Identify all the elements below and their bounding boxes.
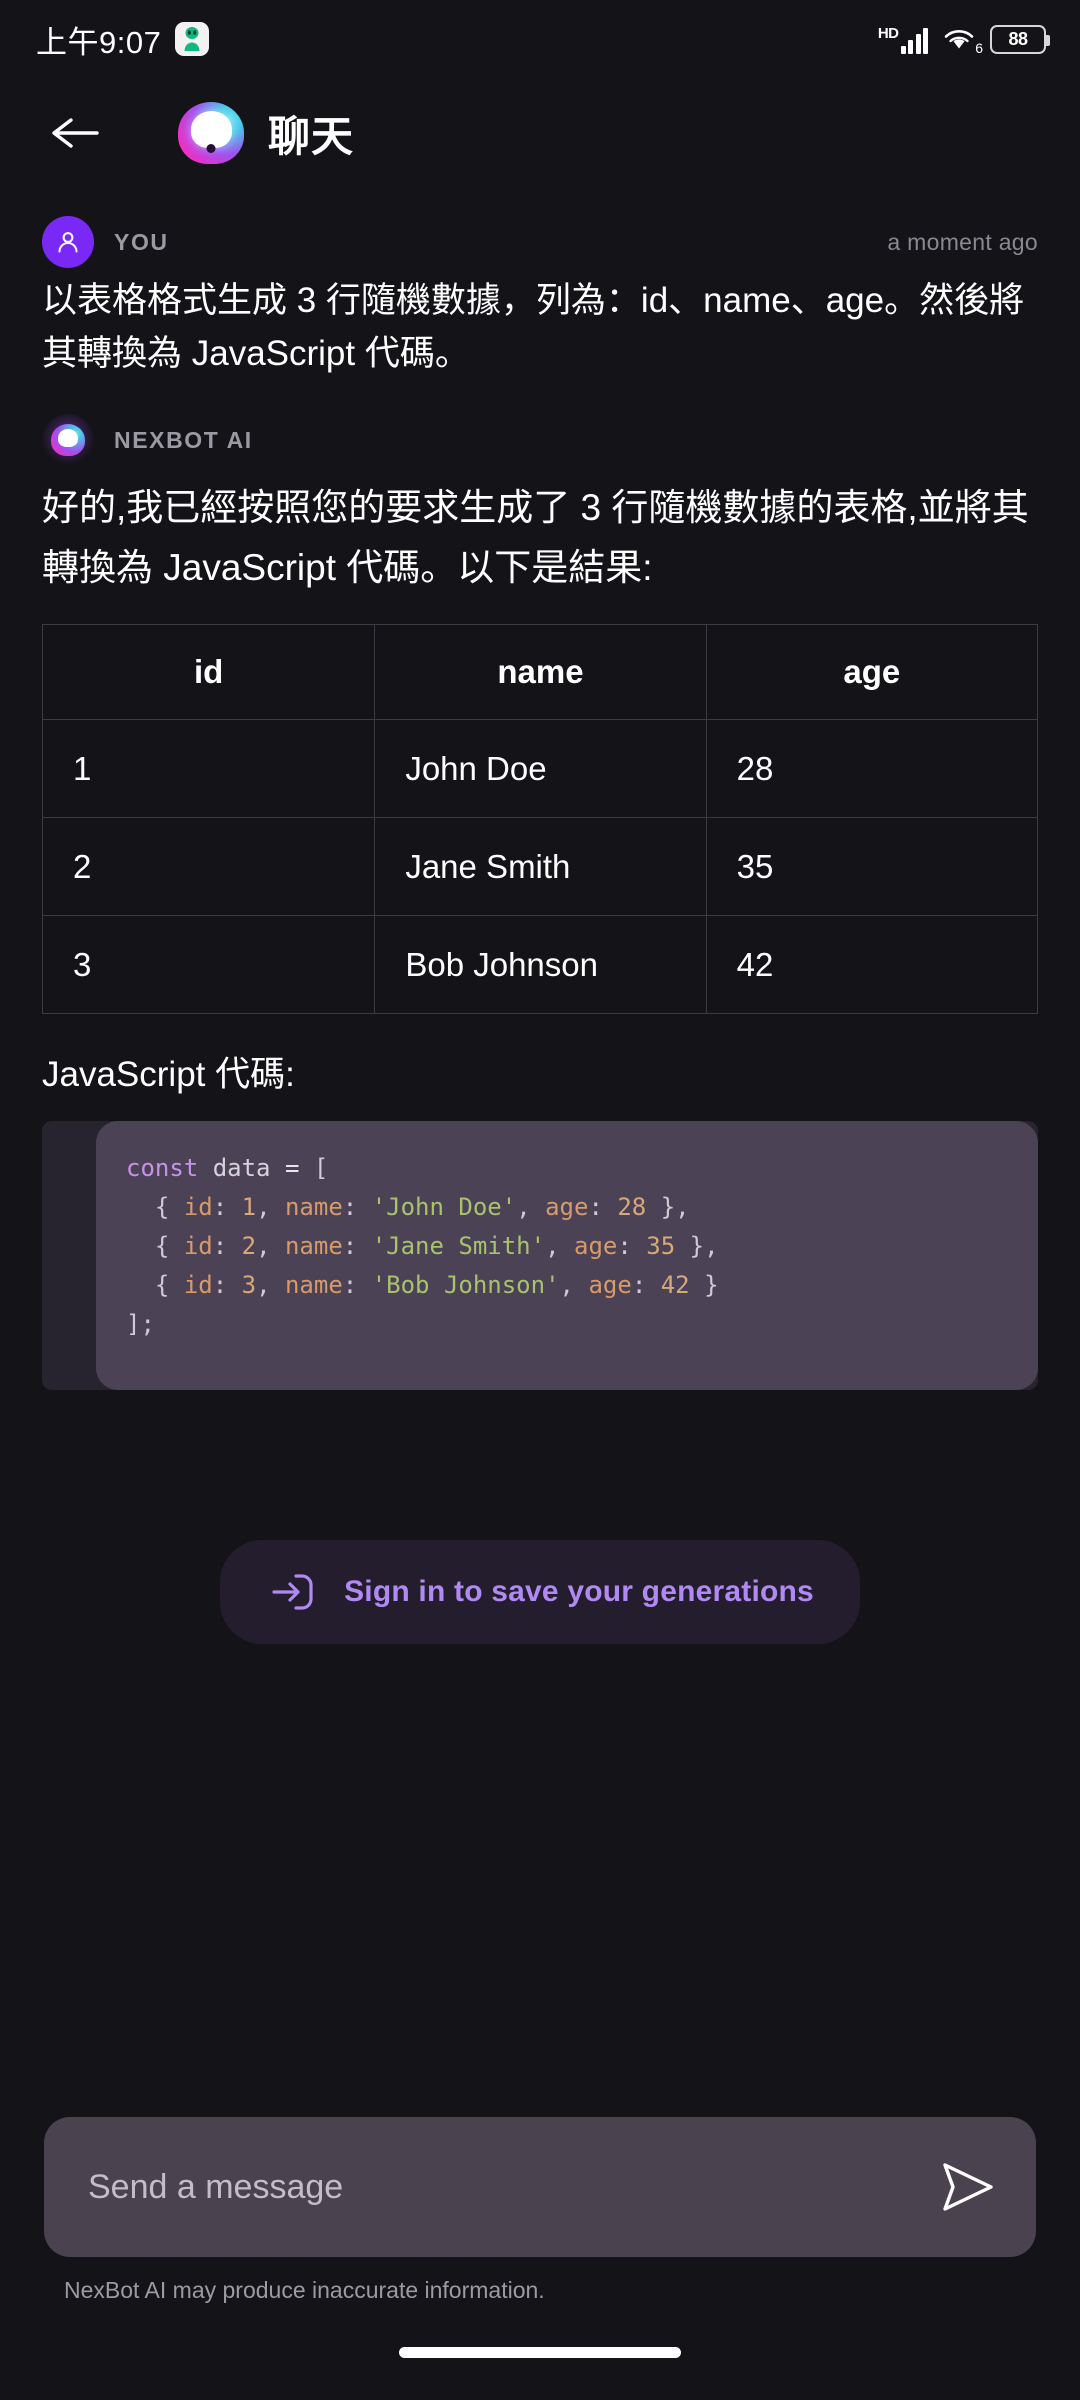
wifi-generation-label: 6	[975, 40, 983, 56]
code-token-string: Jane Smith	[386, 1232, 531, 1260]
battery-icon: 88	[990, 24, 1050, 54]
code-token-number: 35	[646, 1232, 676, 1260]
table-cell-age: 35	[705, 817, 1039, 917]
code-block-container: const data = [ { id: 1, name: 'John Doe'…	[42, 1121, 1038, 1390]
message-meta: NEXBOT AI	[114, 427, 1038, 454]
table-row: 1 John Doe 28	[41, 719, 1039, 819]
message-assistant: NEXBOT AI 好的,我已經按照您的要求生成了 3 行隨機數據的表格,並將其…	[0, 414, 1080, 598]
table-header-row: id name age	[41, 624, 1039, 721]
code-token-number: 1	[241, 1193, 257, 1222]
login-arrow-icon	[272, 1574, 313, 1610]
table-header-cell: age	[705, 624, 1039, 721]
code-token-key: name	[284, 1270, 343, 1299]
table-header-cell: name	[374, 624, 707, 721]
generated-table-wrapper: id name age 1 John Doe 28 2 Jane Smith 3…	[0, 624, 1080, 1015]
code-token-number: 3	[241, 1270, 257, 1299]
page-title: 聊天	[268, 112, 355, 160]
message-meta: YOU a moment ago	[114, 229, 1038, 256]
table-cell-id: 3	[41, 915, 376, 1015]
table-cell-name: Bob Johnson	[374, 915, 707, 1015]
table-cell-age: 28	[705, 719, 1039, 819]
code-token-number: 2	[241, 1232, 257, 1260]
code-block-label: JavaScript 代碼:	[42, 1055, 295, 1095]
code-token-key: name	[284, 1193, 343, 1222]
code-token-key: age	[574, 1232, 618, 1260]
code-token-key: age	[588, 1270, 632, 1299]
home-gesture-bar[interactable]	[399, 2346, 681, 2358]
message-header: YOU a moment ago	[42, 216, 1038, 268]
code-block[interactable]: const data = [ { id: 1, name: 'John Doe'…	[96, 1121, 1038, 1390]
nexbot-logo-icon	[178, 102, 244, 164]
signin-label: Sign in to save your generations	[344, 1574, 814, 1608]
ai-disclaimer: NexBot AI may produce inaccurate informa…	[64, 2277, 545, 2303]
table-row: 3 Bob Johnson 42	[41, 915, 1039, 1015]
wifi-icon: 6	[941, 24, 983, 56]
gesture-bar-zone	[0, 2304, 1080, 2400]
nexbot-avatar-icon	[42, 414, 94, 467]
code-token-key: id	[183, 1193, 213, 1222]
table-cell-age: 42	[705, 915, 1039, 1015]
app-header: 聊天	[0, 78, 1080, 188]
status-bar-clock: 上午9:07	[36, 24, 162, 60]
table-cell-name: Jane Smith	[374, 817, 707, 917]
code-token-number: 28	[617, 1193, 647, 1222]
message-text: 以表格格式生成 3 行隨機數據，列為：id、name、age。然後將其轉換為 J…	[42, 281, 1025, 374]
generated-table: id name age 1 John Doe 28 2 Jane Smith 3…	[41, 624, 1039, 1015]
status-bar-right: HD 6 88	[878, 24, 1050, 56]
table-header-cell: id	[41, 624, 376, 721]
message-sender: YOU	[114, 228, 169, 255]
send-arrow-icon	[943, 2163, 993, 2211]
cellular-signal-icon: HD	[878, 24, 928, 54]
message-sender: NEXBOT AI	[114, 426, 253, 453]
code-token-string: John Doe	[386, 1193, 502, 1222]
table-cell-name: John Doe	[374, 719, 707, 819]
code-token-key: id	[183, 1232, 213, 1260]
status-bar: 上午9:07 HD 6 88	[0, 0, 1080, 78]
back-arrow-icon	[52, 118, 99, 148]
code-token-variable: data	[212, 1154, 271, 1183]
app-brand: 聊天	[178, 102, 354, 164]
message-input-bar[interactable]: Send a message	[44, 2117, 1036, 2257]
alien-avatar-icon	[175, 22, 210, 56]
message-header: NEXBOT AI	[42, 414, 1038, 467]
chat-scroll-area[interactable]: YOU a moment ago 以表格格式生成 3 行隨機數據，列為：id、n…	[0, 188, 1080, 2117]
code-token-key: name	[284, 1232, 343, 1260]
message-input-placeholder[interactable]: Send a message	[88, 2168, 932, 2207]
status-bar-left: 上午9:07	[36, 17, 210, 62]
hd-label: HD	[877, 25, 899, 42]
code-token-key: age	[545, 1193, 589, 1222]
send-button[interactable]	[932, 2152, 1002, 2222]
table-cell-id: 1	[41, 719, 376, 819]
table-row: 2 Jane Smith 35	[41, 817, 1039, 917]
code-token-key: id	[183, 1270, 213, 1299]
phone-screen: 上午9:07 HD 6 88 聊天 YOU a moment ago 以表格格式…	[0, 0, 1080, 2400]
signin-zone: Sign in to save your generations	[0, 1539, 1080, 1644]
signin-button[interactable]: Sign in to save your generations	[220, 1539, 860, 1644]
code-token-number: 42	[660, 1270, 690, 1299]
message-text: 好的,我已經按照您的要求生成了 3 行隨機數據的表格,並將其轉換為 JavaSc…	[42, 487, 1029, 589]
user-avatar-icon	[42, 216, 94, 268]
battery-level-label: 88	[1008, 28, 1028, 49]
composer-zone: Send a message NexBot AI may produce ina…	[0, 2117, 1080, 2304]
message-user: YOU a moment ago 以表格格式生成 3 行隨機數據，列為：id、n…	[0, 216, 1080, 380]
message-timestamp: a moment ago	[887, 228, 1038, 255]
table-cell-id: 2	[41, 817, 376, 917]
code-token-string: Bob Johnson	[386, 1270, 546, 1299]
back-button[interactable]	[44, 101, 108, 165]
signal-bars-icon	[900, 24, 928, 54]
code-token-keyword: const	[126, 1154, 199, 1183]
